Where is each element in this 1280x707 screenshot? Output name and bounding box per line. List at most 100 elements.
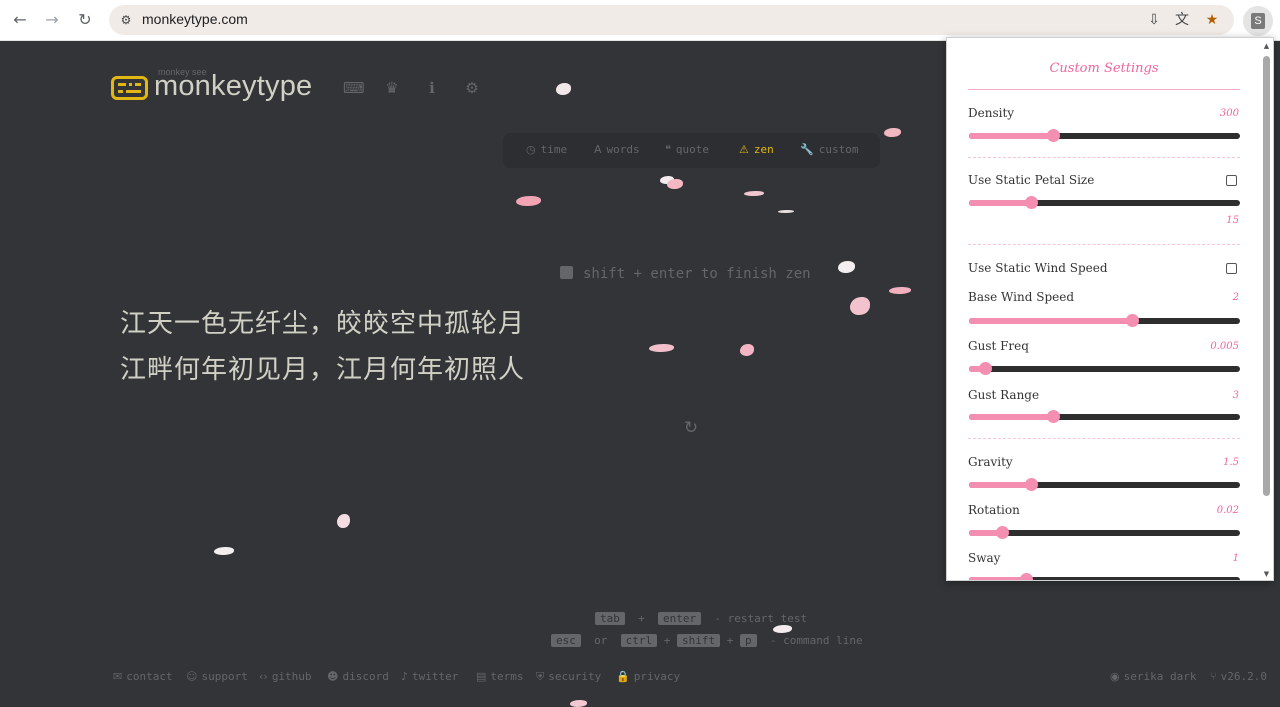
static-petal-size-label: Use Static Petal Size: [968, 173, 1095, 187]
gravity-value: 1.5: [1223, 457, 1239, 468]
slider-thumb[interactable]: [1047, 410, 1060, 423]
translate-icon[interactable]: 文: [1173, 11, 1191, 29]
back-arrow-icon[interactable]: ←: [9, 9, 31, 31]
restart-icon[interactable]: ↻: [681, 418, 701, 438]
logo-text[interactable]: monkeytype: [154, 70, 312, 103]
scroll-up-icon[interactable]: ▲: [1262, 42, 1271, 50]
petal-size-value: 15: [1226, 215, 1239, 226]
mode-time[interactable]: ◷ time: [526, 143, 567, 156]
gust-freq-slider[interactable]: [969, 362, 1240, 375]
site-info-icon[interactable]: ⚙: [118, 12, 134, 28]
test-mode-bar: ◷ time Awords ❝ quote ⚠ zen 🔧 custom: [503, 133, 880, 168]
footer-github[interactable]: ‹› github: [259, 670, 312, 683]
footer-version[interactable]: ⑂ v26.2.0: [1210, 670, 1267, 683]
sway-slider[interactable]: [969, 573, 1240, 580]
density-slider[interactable]: [969, 129, 1240, 142]
reload-icon[interactable]: ↻: [74, 9, 96, 31]
divider: [968, 244, 1240, 245]
petal: [337, 514, 350, 528]
donate-icon: ☺: [186, 670, 198, 683]
crown-icon[interactable]: ♛: [382, 78, 402, 98]
mode-words[interactable]: Awords: [594, 143, 640, 156]
install-app-icon[interactable]: ⇩: [1145, 11, 1163, 29]
mode-zen[interactable]: ⚠ zen: [739, 143, 774, 156]
slider-thumb[interactable]: [1019, 573, 1033, 580]
mode-custom[interactable]: 🔧 custom: [800, 143, 858, 156]
logo-icon[interactable]: [111, 76, 148, 100]
info-icon[interactable]: ℹ: [422, 78, 442, 98]
extension-button[interactable]: S: [1243, 6, 1273, 36]
rotation-value: 0.02: [1216, 505, 1239, 516]
density-label: Density: [968, 106, 1015, 120]
slider-thumb[interactable]: [1125, 314, 1139, 327]
petal: [556, 83, 571, 95]
footer-terms[interactable]: ▤ terms: [476, 670, 524, 683]
footer-contact[interactable]: ✉ contact: [113, 670, 173, 683]
slider-thumb[interactable]: [1025, 196, 1039, 209]
panel-title: Custom Settings: [1049, 61, 1159, 76]
petal: [838, 261, 855, 273]
petal: [744, 191, 764, 196]
panel-scrollbar[interactable]: ▲ ▼: [1261, 42, 1271, 578]
branch-icon: ⑂: [1210, 670, 1217, 683]
base-wind-speed-slider[interactable]: [969, 314, 1240, 327]
key-p: p: [740, 634, 757, 647]
petal: [889, 287, 911, 294]
warning-icon: ⚠: [739, 143, 749, 156]
wrench-icon: 🔧: [800, 143, 814, 156]
petal-size-slider[interactable]: [969, 196, 1240, 209]
gust-range-slider[interactable]: [969, 410, 1240, 423]
bookmark-star-icon[interactable]: ★: [1203, 11, 1221, 29]
static-petal-size-checkbox[interactable]: [1226, 175, 1237, 186]
extension-letter: S: [1251, 13, 1265, 29]
slider-thumb[interactable]: [979, 362, 993, 375]
address-bar[interactable]: ⚙ monkeytype.com ⇩ 文 ★: [109, 5, 1234, 35]
forward-arrow-icon[interactable]: →: [41, 9, 63, 31]
footer-security[interactable]: ⛨ security: [536, 670, 601, 684]
palette-icon: ◉: [1110, 670, 1120, 683]
zen-hint: shift + enter to finish zen: [560, 266, 811, 282]
browser-toolbar: ← → ↻ ⚙ monkeytype.com ⇩ 文 ★ S: [0, 0, 1280, 41]
petal: [850, 297, 870, 315]
footer-support[interactable]: ☺ support: [186, 670, 248, 683]
custom-settings-panel: Custom Settings Density 300 Use Static P…: [946, 37, 1274, 581]
lock-icon: 🔒: [616, 670, 630, 683]
rotation-slider[interactable]: [969, 526, 1240, 539]
scroll-down-icon[interactable]: ▼: [1262, 570, 1271, 578]
petal: [773, 625, 792, 633]
petal: [516, 196, 541, 206]
gust-freq-value: 0.005: [1210, 341, 1239, 352]
footer-theme[interactable]: ◉ serika dark: [1110, 670, 1196, 683]
footer-twitter[interactable]: ♪ twitter: [401, 670, 458, 683]
font-icon: A: [594, 143, 602, 156]
settings-gear-icon[interactable]: ⚙: [462, 78, 482, 98]
keyboard-icon[interactable]: ⌨: [343, 78, 365, 98]
petal: [667, 179, 683, 189]
url-text[interactable]: monkeytype.com: [142, 11, 248, 27]
key-enter: enter: [658, 612, 702, 625]
key-ctrl: ctrl: [620, 634, 658, 647]
slider-thumb[interactable]: [1047, 129, 1060, 142]
slider-thumb[interactable]: [995, 526, 1009, 539]
key-esc: esc: [551, 634, 581, 647]
density-value: 300: [1219, 108, 1239, 119]
divider: [968, 438, 1240, 439]
scrollbar-thumb[interactable]: [1263, 56, 1270, 496]
gravity-slider[interactable]: [969, 478, 1240, 491]
code-icon: ‹›: [259, 670, 268, 683]
envelope-icon: ✉: [113, 670, 123, 683]
slider-thumb[interactable]: [1025, 478, 1039, 491]
rotation-label: Rotation: [968, 503, 1020, 517]
static-wind-speed-label: Use Static Wind Speed: [968, 261, 1108, 275]
sway-value: 1: [1232, 553, 1239, 564]
gravity-label: Gravity: [968, 455, 1013, 469]
petal: [884, 128, 901, 137]
footer-discord[interactable]: ☻ discord: [327, 670, 389, 683]
mode-quote[interactable]: ❝ quote: [665, 143, 709, 156]
gust-freq-label: Gust Freq: [968, 339, 1029, 353]
petal: [649, 344, 674, 352]
static-wind-speed-checkbox[interactable]: [1226, 263, 1237, 274]
gust-range-label: Gust Range: [968, 388, 1040, 402]
petal: [778, 210, 794, 213]
footer-privacy[interactable]: 🔒 privacy: [616, 670, 680, 683]
